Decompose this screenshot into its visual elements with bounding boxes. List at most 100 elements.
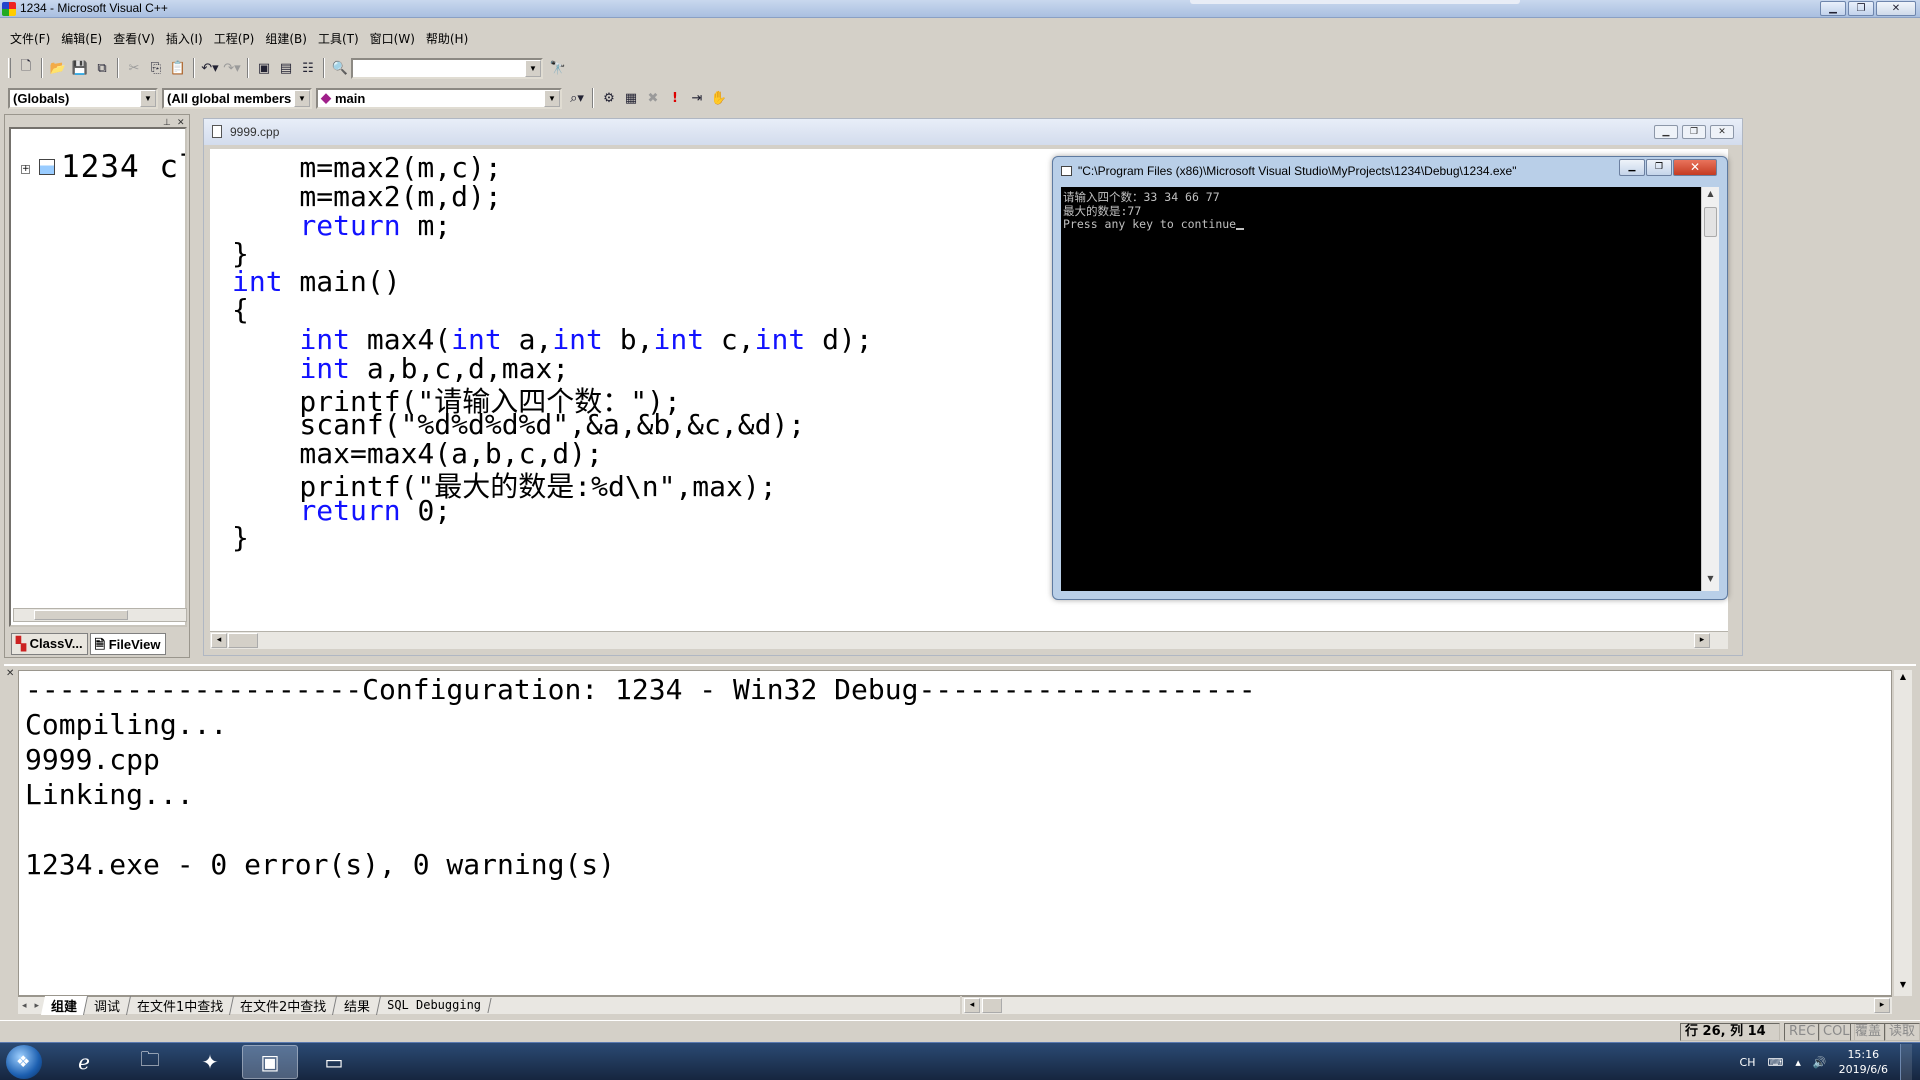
scroll-down-icon[interactable]: ▼: [1896, 980, 1910, 994]
chevron-down-icon[interactable]: ▼: [525, 59, 541, 77]
tab-fileview[interactable]: 🗎 FileView: [89, 633, 166, 655]
members-combo[interactable]: ◆ main ▼: [316, 87, 562, 109]
redo-icon[interactable]: ↷▾: [221, 57, 243, 79]
menu-help[interactable]: 帮助(H): [426, 30, 468, 47]
find-in-files-icon[interactable]: 🔍: [329, 57, 351, 79]
tab-find-in-files-1[interactable]: 在文件1中查找: [127, 996, 235, 1015]
open-folder-icon[interactable]: 📂: [47, 57, 69, 79]
tab-debug[interactable]: 调试: [84, 996, 132, 1015]
windows-list-icon[interactable]: ☷: [297, 57, 319, 79]
editor-restore-button[interactable]: ❐: [1682, 125, 1706, 139]
workspace-scrollbar[interactable]: [13, 608, 187, 622]
class-combo[interactable]: (Globals) ▼: [8, 87, 158, 109]
document-icon: [212, 125, 222, 138]
new-file-icon[interactable]: 🗋: [15, 57, 37, 79]
menu-insert[interactable]: 插入(I): [166, 30, 203, 47]
wizardbar-toolbar: (Globals) ▼ (All global members ▼ ◆ main…: [0, 85, 760, 111]
scroll-left-icon[interactable]: ◂: [211, 633, 227, 648]
scroll-right-icon[interactable]: ▸: [1874, 998, 1890, 1013]
scroll-thumb[interactable]: [34, 610, 128, 620]
visual-cpp-icon[interactable]: ✦: [182, 1045, 238, 1079]
filter-combo[interactable]: (All global members ▼: [162, 87, 312, 109]
find-combo[interactable]: ▼: [351, 57, 543, 79]
editor-minimize-button[interactable]: ▁: [1654, 125, 1678, 139]
tab-find-in-files-2[interactable]: 在文件2中查找: [230, 996, 338, 1015]
tab-classview[interactable]: ▚ ClassV...: [11, 633, 88, 655]
scroll-up-icon[interactable]: ▲: [1896, 672, 1910, 686]
save-icon[interactable]: 💾: [69, 57, 91, 79]
class-tree[interactable]: + 1234 cl: [9, 127, 187, 627]
chevron-down-icon[interactable]: ▼: [140, 89, 156, 107]
expand-icon[interactable]: +: [21, 165, 30, 174]
menu-window[interactable]: 窗口(W): [370, 30, 415, 47]
menu-file[interactable]: 文件(F): [10, 30, 50, 47]
stop-build-icon[interactable]: ✖: [642, 87, 664, 109]
ime-indicator[interactable]: CH: [1740, 1056, 1756, 1069]
menu-build[interactable]: 组建(B): [265, 30, 307, 47]
console-window[interactable]: "C:\Program Files (x86)\Microsoft Visual…: [1052, 156, 1728, 600]
console-app-icon[interactable]: ▣: [242, 1045, 298, 1079]
output-hscrollbar[interactable]: ◂ ▸: [962, 996, 1892, 1014]
tab-fileview-label: FileView: [108, 637, 161, 652]
menu-tools[interactable]: 工具(T): [318, 30, 359, 47]
console-scrollbar[interactable]: ▲ ▼: [1701, 187, 1719, 591]
close-button[interactable]: ✕: [1876, 1, 1916, 16]
copy-icon[interactable]: ⎘: [145, 57, 167, 79]
chevron-down-icon[interactable]: ▼: [294, 89, 310, 107]
tab-build[interactable]: 组建: [41, 996, 89, 1015]
chevron-down-icon[interactable]: ▼: [544, 89, 560, 107]
cut-icon[interactable]: ✂: [123, 57, 145, 79]
console-screen[interactable]: 请输入四个数：33 34 66 77 最大的数是:77 Press any ke…: [1061, 187, 1701, 591]
tab-results[interactable]: 结果: [333, 996, 381, 1015]
output-vscrollbar[interactable]: ▲ ▼: [1894, 670, 1912, 996]
scroll-down-icon[interactable]: ▼: [1703, 574, 1718, 589]
output-text[interactable]: --------------------Configuration: 1234 …: [18, 670, 1892, 996]
code-line: {: [232, 293, 249, 326]
menu-edit[interactable]: 编辑(E): [61, 30, 102, 47]
find-icon[interactable]: 🔭: [547, 57, 569, 79]
start-button[interactable]: ❖: [6, 1045, 42, 1079]
scroll-thumb[interactable]: [1704, 207, 1717, 237]
menu-project[interactable]: 工程(P): [214, 30, 255, 47]
console-minimize-button[interactable]: ▁: [1619, 159, 1645, 176]
menu-view[interactable]: 查看(V): [113, 30, 155, 47]
output-line: --------------------Configuration: 1234 …: [25, 673, 1256, 706]
toolbar-grip[interactable]: [8, 58, 11, 78]
scroll-left-icon[interactable]: ◂: [964, 998, 980, 1013]
compile-icon[interactable]: ⚙: [598, 87, 620, 109]
execute-icon[interactable]: !: [664, 87, 686, 109]
internet-explorer-icon[interactable]: ℯ: [56, 1045, 112, 1079]
build-icon[interactable]: ▦: [620, 87, 642, 109]
scroll-right-icon[interactable]: ▸: [1694, 633, 1710, 648]
maximize-button[interactable]: ❐: [1848, 1, 1874, 16]
editor-hscrollbar[interactable]: ◂ ▸: [210, 631, 1728, 649]
volume-icon[interactable]: 🔊: [1813, 1056, 1827, 1069]
show-desktop-button[interactable]: [1900, 1044, 1912, 1080]
tab-sql-debugging[interactable]: SQL Debugging: [377, 998, 492, 1013]
undo-icon[interactable]: ↶▾: [199, 57, 221, 79]
clock[interactable]: 15:16 2019/6/6: [1839, 1047, 1888, 1077]
file-explorer-icon[interactable]: 🗀: [122, 1045, 178, 1079]
console-close-button[interactable]: ✕: [1673, 159, 1717, 176]
scroll-up-icon[interactable]: ▲: [1703, 189, 1718, 204]
minimize-button[interactable]: ▁: [1820, 1, 1846, 16]
tab-scroll-left-icon[interactable]: ◂: [18, 1001, 31, 1011]
tree-root-label[interactable]: 1234 cl: [61, 149, 185, 185]
insert-breakpoint-icon[interactable]: ✋: [708, 87, 730, 109]
scroll-thumb[interactable]: [982, 998, 1002, 1013]
fileview-icon: 🗎: [94, 637, 106, 652]
paste-icon[interactable]: 📋: [167, 57, 189, 79]
workspace-toggle-icon[interactable]: ▣: [253, 57, 275, 79]
show-hidden-icons-icon[interactable]: ▴: [1795, 1056, 1801, 1069]
editor-close-button[interactable]: ✕: [1710, 125, 1734, 139]
console-maximize-button[interactable]: ❐: [1646, 159, 1672, 176]
window-app-icon[interactable]: ▭: [306, 1045, 362, 1079]
scroll-thumb[interactable]: [228, 633, 258, 648]
go-debug-icon[interactable]: ⇥: [686, 87, 708, 109]
keyboard-icon[interactable]: ⌨: [1767, 1056, 1783, 1069]
wizardbar-actions-icon[interactable]: ⌕▾: [566, 87, 588, 109]
output-tabs: ◂ ▸ 组建 调试 在文件1中查找 在文件2中查找 结果 SQL Debuggi…: [18, 996, 960, 1015]
save-all-icon[interactable]: ⧉: [91, 57, 113, 79]
close-icon[interactable]: ✕: [6, 668, 14, 679]
output-toggle-icon[interactable]: ▤: [275, 57, 297, 79]
